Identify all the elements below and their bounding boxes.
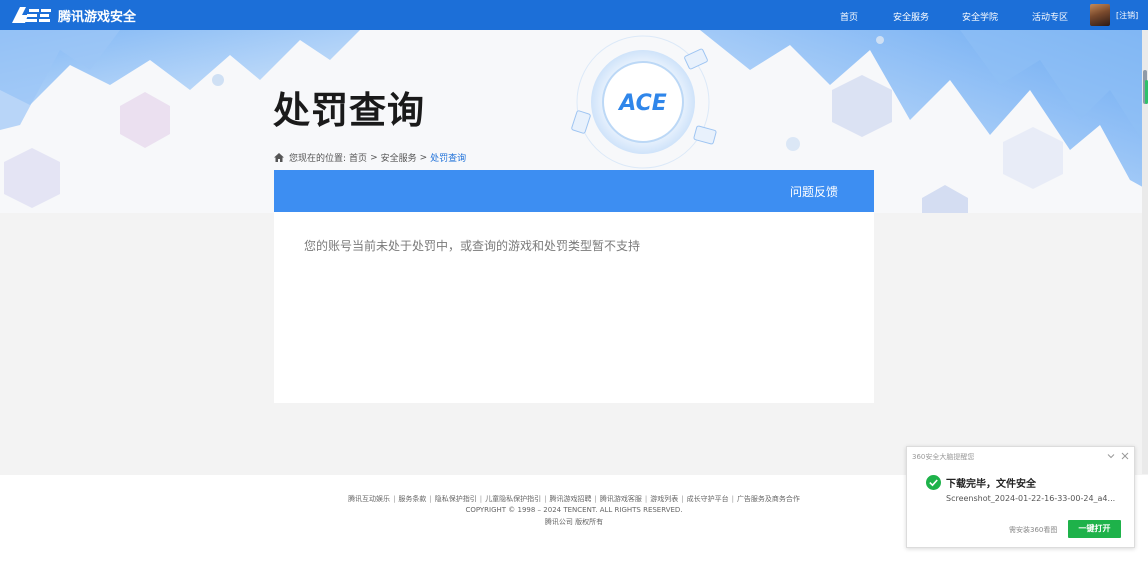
footer-link[interactable]: 儿童隐私保护指引 xyxy=(485,495,541,503)
breadcrumb-current: 处罚查询 xyxy=(430,154,467,164)
download-notification: 360安全大脑提醒您 下载完毕，文件安全 Screenshot_2024-01-… xyxy=(906,446,1135,548)
nav-item-events[interactable]: 活动专区 xyxy=(1032,10,1068,23)
feedback-link[interactable]: 问题反馈 xyxy=(790,183,838,200)
breadcrumb-home[interactable]: 首页 xyxy=(349,151,367,164)
ace-logo-icon xyxy=(12,7,51,23)
footer-separator: | xyxy=(731,495,734,503)
panel-header: 问题反馈 xyxy=(274,170,874,212)
breadcrumb-separator: > xyxy=(370,152,378,163)
close-icon[interactable] xyxy=(1120,451,1130,461)
avatar[interactable] xyxy=(1090,4,1110,26)
footer-link[interactable]: 成长守护平台 xyxy=(687,495,729,503)
hero-emblem-text: ACE xyxy=(617,91,667,116)
top-nav-bar: 腾讯游戏安全 首页 安全服务 安全学院 活动专区 [注销] xyxy=(0,0,1148,30)
breadcrumb: 您现在的位置: 首页 > 安全服务 > 处罚查询 xyxy=(274,151,466,164)
download-filename: Screenshot_2024-01-22-16-33-00-24_a4... xyxy=(946,494,1116,503)
nav-item-security-academy[interactable]: 安全学院 xyxy=(962,10,998,23)
notification-title: 360安全大脑提醒您 xyxy=(912,453,975,461)
result-message: 您的账号当前未处于处罚中，或查询的游戏和处罚类型暂不支持 xyxy=(304,239,641,253)
result-panel: 您的账号当前未处于处罚中，或查询的游戏和处罚类型暂不支持 xyxy=(274,212,874,403)
logo[interactable]: 腾讯游戏安全 xyxy=(12,5,136,25)
check-circle-icon xyxy=(926,475,941,490)
home-icon xyxy=(274,153,284,162)
footer-link[interactable]: 服务条款 xyxy=(398,495,426,503)
footer-separator: | xyxy=(644,495,648,503)
footer-separator: | xyxy=(681,495,684,503)
logout-link[interactable]: [注销] xyxy=(1116,10,1138,21)
footer-link[interactable]: 广告服务及商务合作 xyxy=(737,495,800,503)
footer-separator: | xyxy=(429,495,432,503)
footer-link[interactable]: 游戏列表 xyxy=(650,495,678,503)
page-title: 处罚查询 xyxy=(273,89,425,132)
footer-link[interactable]: 腾讯游戏客服 xyxy=(600,495,642,503)
footer-separator: | xyxy=(393,495,396,503)
open-file-button[interactable]: 一键打开 xyxy=(1068,520,1121,538)
breadcrumb-separator: > xyxy=(419,152,428,163)
nav-item-security-services[interactable]: 安全服务 xyxy=(893,10,929,23)
footer-separator: | xyxy=(479,495,483,503)
download-status: 下载完毕，文件安全 xyxy=(946,479,1036,490)
footer-link[interactable]: 腾讯互动娱乐 xyxy=(348,495,390,503)
footer-separator: | xyxy=(544,495,547,503)
chevron-down-icon[interactable] xyxy=(1106,451,1116,461)
breadcrumb-prefix: 您现在的位置: xyxy=(289,154,347,164)
nav-item-home[interactable]: 首页 xyxy=(840,10,858,23)
install-hint[interactable]: 需安装360看图 xyxy=(1009,525,1057,535)
footer-separator: | xyxy=(594,495,597,503)
logo-text: 腾讯游戏安全 xyxy=(58,9,137,25)
breadcrumb-security-services[interactable]: 安全服务 xyxy=(381,151,417,164)
footer-link[interactable]: 隐私保护指引 xyxy=(435,495,477,503)
footer-link[interactable]: 腾讯游戏招聘 xyxy=(550,495,592,503)
